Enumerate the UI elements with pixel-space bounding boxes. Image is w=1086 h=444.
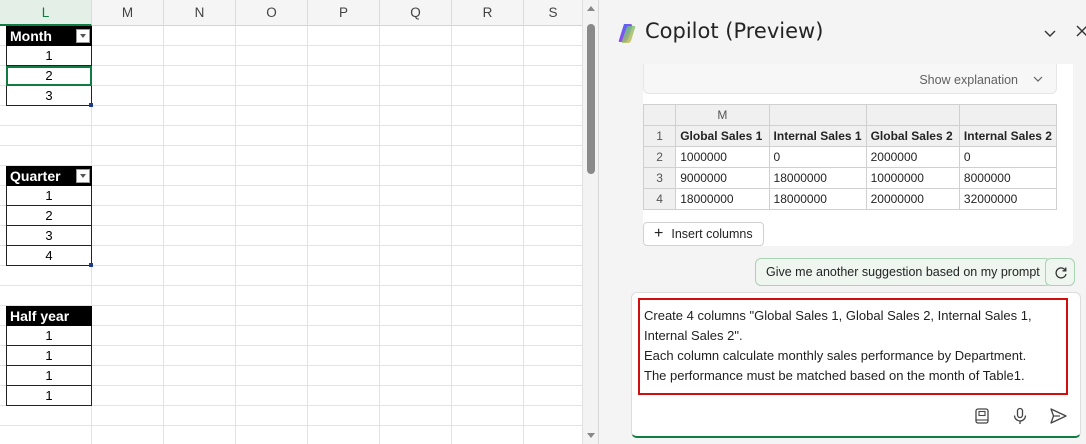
table-resize-handle[interactable] [89,263,93,267]
copilot-pane: Copilot (Preview) Show explanation M 1 G… [598,0,1086,444]
table-cell[interactable]: 3 [6,226,92,246]
column-header: Global Sales 1 [675,125,770,147]
show-explanation-label: Show explanation [919,73,1018,87]
table-cell[interactable]: 2 [6,206,92,226]
month-table: Month 1 2 3 [6,26,93,107]
table-cell: 0 [768,146,867,168]
prompt-toolbar [972,406,1068,426]
table-cell: 9000000 [675,167,770,189]
table-cell[interactable]: 1 [6,186,92,206]
table-cell[interactable]: 1 [6,386,92,406]
table-cell: 18000000 [768,167,867,189]
preview-column-letter-row: M [642,104,1058,126]
copilot-title: Copilot (Preview) [645,19,824,43]
half-year-table: Half year 1 1 1 1 [6,306,92,406]
column-header-l[interactable]: L [0,0,92,26]
row-number: 3 [642,167,677,189]
row-number: 2 [642,146,677,168]
column-header-p[interactable]: P [308,0,380,26]
table-cell: 32000000 [958,188,1058,210]
filter-dropdown-icon[interactable] [76,169,90,183]
scroll-up-icon[interactable] [587,6,595,11]
table-resize-handle[interactable] [89,103,93,107]
refresh-button[interactable] [1045,258,1075,286]
table-cell[interactable]: 3 [6,86,92,106]
preview-table: M 1 Global Sales 1 Internal Sales 1 Glob… [642,104,1058,210]
copilot-response-area: Show explanation M 1 Global Sales 1 Inte… [642,64,1073,246]
quarter-header-label: Quarter [10,168,61,184]
month-header-cell[interactable]: Month [6,26,92,46]
insert-columns-button[interactable]: + Insert columns [643,222,764,246]
column-headers: L M N O P Q R S [0,0,582,26]
prompt-text[interactable]: Create 4 columns "Global Sales 1, Global… [638,298,1068,395]
corner-cell [642,104,677,126]
filter-dropdown-icon[interactable] [76,29,90,43]
table-cell: 8000000 [958,167,1058,189]
table-row: 4 18000000 18000000 20000000 32000000 [642,188,1058,210]
chevron-down-icon [1033,76,1043,82]
table-cell: 18000000 [768,188,867,210]
half-year-header-label: Half year [10,308,70,324]
month-header-label: Month [10,28,52,44]
suggestion-button[interactable]: Give me another suggestion based on my p… [755,258,1051,286]
column-header: Internal Sales 2 [958,125,1058,147]
scroll-down-icon[interactable] [587,433,595,438]
prompt-guide-icon[interactable] [972,406,992,426]
half-year-header-cell[interactable]: Half year [6,306,92,326]
table-cell: 18000000 [675,188,770,210]
insert-columns-label: Insert columns [671,227,753,241]
column-letter-cell [865,104,960,126]
copilot-header: Copilot (Preview) [599,0,1086,64]
column-header: Global Sales 2 [865,125,960,147]
active-cell[interactable]: 2 [6,66,92,86]
table-cell: 2000000 [865,146,960,168]
table-row: 1 Global Sales 1 Internal Sales 1 Global… [642,125,1058,147]
vertical-scrollbar[interactable] [582,0,598,444]
quarter-table: Quarter 1 2 3 4 [6,166,93,267]
table-cell: 0 [958,146,1058,168]
column-header-m[interactable]: M [92,0,164,26]
column-letter-cell [958,104,1058,126]
scrollbar-thumb[interactable] [587,24,595,174]
table-cell[interactable]: 1 [6,346,92,366]
table-cell[interactable]: 4 [6,246,92,266]
copilot-logo-icon [618,24,636,43]
show-explanation-button[interactable]: Show explanation [643,64,1057,94]
column-header-r[interactable]: R [452,0,524,26]
column-header-q[interactable]: Q [380,0,452,26]
table-row: 2 1000000 0 2000000 0 [642,146,1058,168]
column-letter-cell: M [675,104,770,126]
spreadsheet: L M N O P Q R S Month 1 2 3 Quarter 1 2 [0,0,582,444]
column-header: Internal Sales 1 [768,125,867,147]
table-cell: 20000000 [865,188,960,210]
table-cell[interactable]: 1 [6,46,92,66]
table-row: 3 9000000 18000000 10000000 8000000 [642,167,1058,189]
plus-icon: + [654,225,664,242]
close-icon[interactable] [1075,24,1086,38]
row-number: 1 [642,125,677,147]
column-letter-cell [768,104,867,126]
send-icon[interactable] [1048,406,1068,426]
chevron-down-icon[interactable] [1043,26,1057,40]
refresh-icon [1055,267,1067,279]
column-header-o[interactable]: O [236,0,308,26]
table-cell: 1000000 [675,146,770,168]
column-header-n[interactable]: N [164,0,236,26]
quarter-header-cell[interactable]: Quarter [6,166,92,186]
microphone-icon[interactable] [1010,406,1030,426]
prompt-input-box[interactable]: Create 4 columns "Global Sales 1, Global… [631,292,1081,438]
table-cell[interactable]: 1 [6,366,92,386]
row-number: 4 [642,188,677,210]
column-header-s[interactable]: S [524,0,582,26]
table-cell: 10000000 [865,167,960,189]
table-cell[interactable]: 1 [6,326,92,346]
cell-grid[interactable]: Month 1 2 3 Quarter 1 2 3 4 Half year 1 … [0,26,582,444]
